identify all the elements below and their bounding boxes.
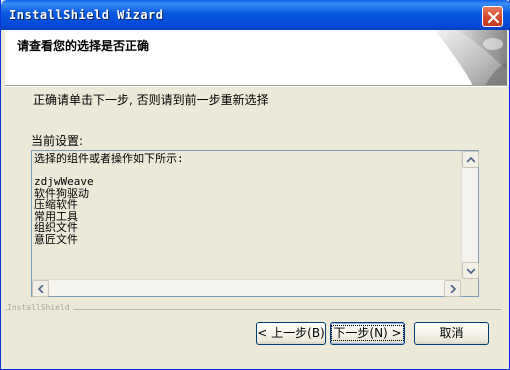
next-button-label: 下一步(N) > bbox=[331, 325, 404, 341]
brand-divider bbox=[5, 309, 501, 310]
scrollbar-corner bbox=[461, 279, 478, 296]
scroll-right-button[interactable] bbox=[444, 280, 461, 297]
arrow-right-icon bbox=[450, 285, 456, 293]
window-title: InstallShield Wizard bbox=[9, 8, 164, 22]
settings-textbox[interactable]: 选择的组件或者操作如下所示: zdjwWeave 软件狗驱动 压缩软件 常用工具… bbox=[31, 150, 479, 297]
header-banner-art bbox=[395, 30, 507, 85]
cancel-button[interactable]: 取消 bbox=[414, 322, 489, 345]
arrow-left-icon bbox=[38, 285, 44, 293]
scroll-down-button[interactable] bbox=[462, 262, 479, 279]
arrow-down-icon bbox=[467, 268, 475, 274]
installshield-dialog: InstallShield Wizard 请查看您的选择是否正确 正确请单击下一… bbox=[0, 0, 510, 370]
back-button[interactable]: < 上一步(B) bbox=[256, 322, 326, 345]
close-button[interactable] bbox=[482, 6, 503, 27]
vertical-scrollbar[interactable] bbox=[461, 151, 479, 279]
cancel-button-label: 取消 bbox=[439, 326, 464, 340]
header-divider bbox=[5, 86, 507, 88]
wizard-header: 请查看您的选择是否正确 bbox=[5, 30, 507, 86]
current-settings-label: 当前设置: bbox=[31, 134, 84, 148]
settings-text: 选择的组件或者操作如下所示: zdjwWeave 软件狗驱动 压缩软件 常用工具… bbox=[34, 153, 184, 246]
arrow-up-icon bbox=[467, 157, 475, 163]
title-bar[interactable]: InstallShield Wizard bbox=[1, 0, 510, 30]
scroll-up-button[interactable] bbox=[462, 151, 479, 168]
next-button[interactable]: 下一步(N) > bbox=[330, 322, 405, 345]
close-x-icon bbox=[487, 11, 500, 24]
instruction-text: 正确请单击下一步, 否则请到前一步重新选择 bbox=[33, 93, 269, 107]
installshield-brand: InstallShield bbox=[7, 303, 73, 312]
header-title: 请查看您的选择是否正确 bbox=[17, 39, 150, 53]
horizontal-scrollbar[interactable] bbox=[32, 279, 461, 297]
back-button-label: < 上一步(B) bbox=[257, 326, 325, 340]
scroll-left-button[interactable] bbox=[32, 280, 49, 297]
